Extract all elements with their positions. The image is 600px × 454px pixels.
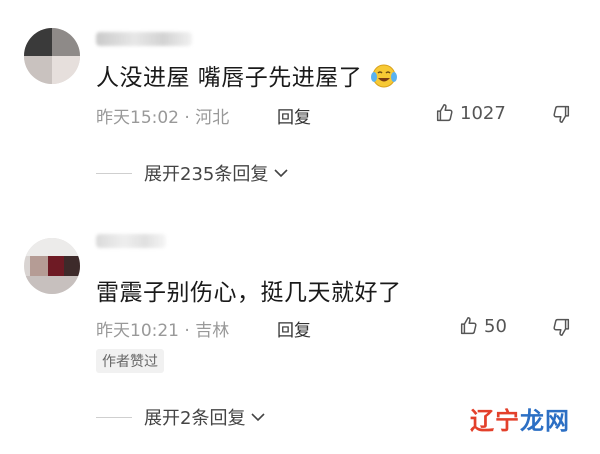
avatar-pixel	[24, 238, 80, 256]
dislike-button[interactable]	[550, 316, 572, 342]
chevron-down-icon	[251, 413, 266, 422]
thumbs-down-icon	[553, 318, 570, 336]
watermark-part2: 龙网	[520, 407, 570, 435]
avatar[interactable]	[24, 238, 80, 294]
comment-item: 雷震子别伤心，挺几天就好了 昨天10:21 · 吉林 回复 50 作者赞过 展开…	[0, 0, 600, 454]
expand-replies-label: 展开2条回复	[144, 408, 246, 429]
like-count: 50	[484, 315, 507, 337]
avatar-pixel	[30, 256, 48, 276]
expand-replies-button[interactable]: 展开2条回复	[96, 404, 267, 430]
username-blurred[interactable]	[96, 234, 166, 248]
comment-time-location: 昨天10:21 · 吉林	[96, 321, 230, 341]
avatar-pixel	[24, 276, 80, 294]
avatar-pixel	[48, 256, 64, 276]
like-button[interactable]: 50	[458, 315, 507, 337]
comment-text: 雷震子别伤心，挺几天就好了	[96, 280, 402, 306]
thumbs-up-icon	[460, 317, 477, 335]
divider-line	[96, 416, 132, 418]
watermark-part1: 辽宁	[470, 407, 520, 435]
avatar-pixel	[64, 256, 80, 276]
author-liked-badge: 作者赞过	[96, 349, 164, 373]
watermark-logo: 辽宁龙网	[470, 401, 570, 436]
reply-button[interactable]: 回复	[277, 316, 311, 341]
